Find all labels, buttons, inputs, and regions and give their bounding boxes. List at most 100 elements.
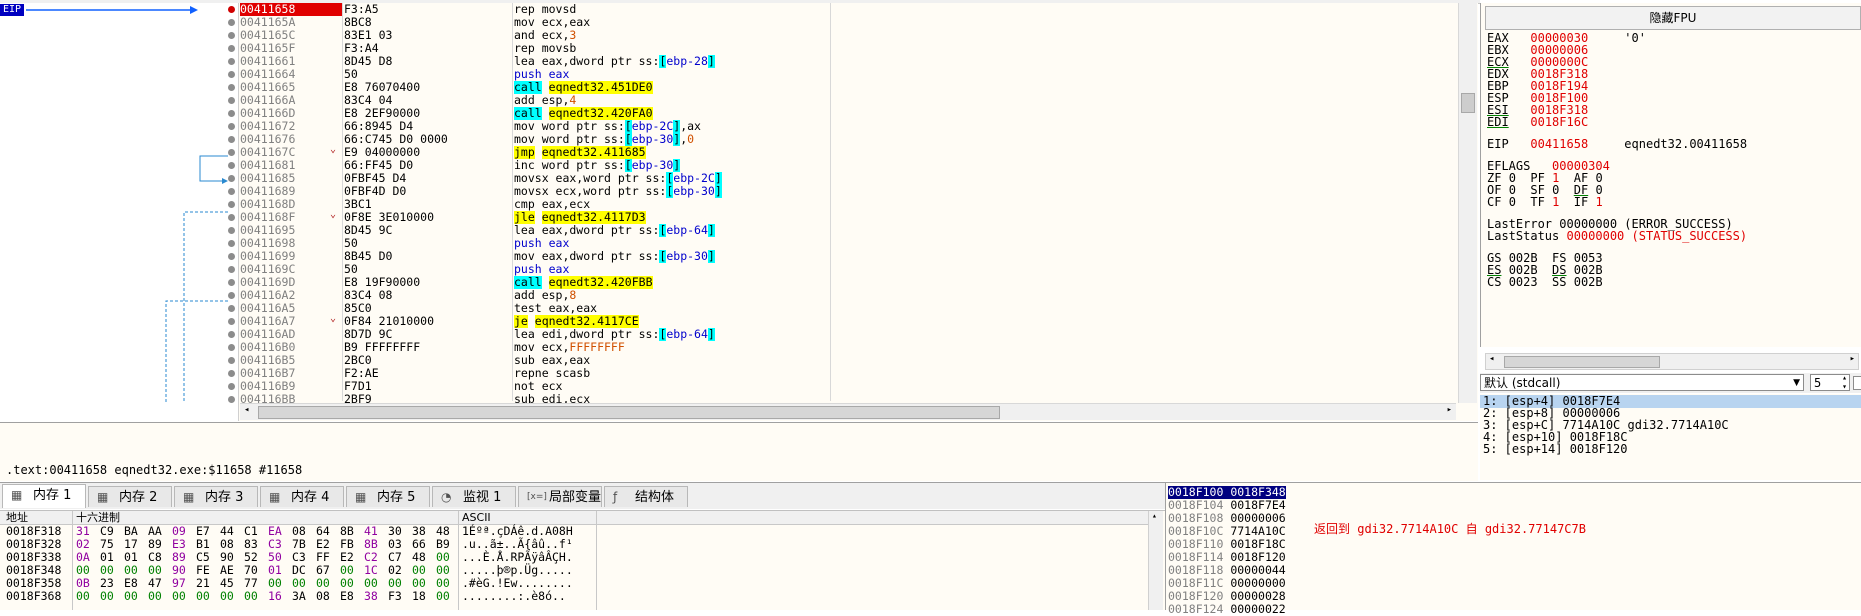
disasm-address[interactable]: 0041165A bbox=[240, 16, 342, 29]
breakpoint-dot[interactable] bbox=[228, 58, 235, 65]
breakpoint-dot[interactable] bbox=[228, 149, 235, 156]
disasm-instruction[interactable]: jmp eqnedt32.411685 bbox=[514, 146, 830, 159]
flag-name[interactable]: IF bbox=[1574, 195, 1588, 209]
dump-byte[interactable]: 00 bbox=[436, 590, 460, 603]
disasm-instruction[interactable]: mov word ptr ss:[ebp-2C],ax bbox=[514, 120, 830, 133]
disasm-address[interactable]: 00411685 bbox=[240, 172, 342, 185]
argument-count-spinner[interactable]: 5 ▴ ▾ bbox=[1810, 373, 1850, 391]
flag-value[interactable]: 1 bbox=[1552, 195, 1559, 209]
disasm-instruction[interactable]: lea eax,dword ptr ss:[ebp-64] bbox=[514, 224, 830, 237]
breakpoint-dot[interactable] bbox=[228, 318, 235, 325]
disasm-instruction[interactable]: and ecx,3 bbox=[514, 29, 830, 42]
breakpoint-dot[interactable] bbox=[228, 97, 235, 104]
breakpoint-dot[interactable] bbox=[228, 292, 235, 299]
disasm-instruction[interactable]: repne scasb bbox=[514, 367, 830, 380]
breakpoint-dot[interactable] bbox=[228, 253, 235, 260]
disasm-instruction[interactable]: not ecx bbox=[514, 380, 830, 393]
memory-dump-pane[interactable]: 地址 十六进制 ASCII 0018F318 31 C9 BA AA 09 E7 44 C1 EA… bbox=[0, 510, 1165, 610]
tab-内存-1[interactable]: ▦ 内存 1 bbox=[2, 484, 86, 508]
cpu-horizontal-scrollbar[interactable]: ◂ ▸ bbox=[240, 403, 1456, 420]
breakpoint-dot[interactable] bbox=[228, 240, 235, 247]
disasm-instruction[interactable]: lea edi,dword ptr ss:[ebp-64] bbox=[514, 328, 830, 341]
flag-value[interactable]: 1 bbox=[1595, 195, 1602, 209]
disasm-instruction[interactable]: sub eax,eax bbox=[514, 354, 830, 367]
disasm-address[interactable]: 004116A7 bbox=[240, 315, 342, 328]
disasm-instruction[interactable]: je eqnedt32.4117CE bbox=[514, 315, 830, 328]
breakpoint-dot[interactable] bbox=[228, 357, 235, 364]
dump-byte[interactable]: 00 bbox=[244, 590, 268, 603]
disasm-address[interactable]: 00411658 bbox=[240, 3, 342, 16]
stack-pane[interactable]: 0018F100 0018F348 0018F104 0018F7E4 0018F1… bbox=[1165, 482, 1311, 616]
disasm-instruction[interactable]: push eax bbox=[514, 237, 830, 250]
disasm-address[interactable]: 004116A5 bbox=[240, 302, 342, 315]
registers-pane[interactable]: 隐藏FPU ◂ ▸ EAX 00000030 '0' EBX 00000006 EC… bbox=[1480, 3, 1861, 370]
disasm-address[interactable]: 00411664 bbox=[240, 68, 342, 81]
calling-convention-select[interactable]: 默认 (stdcall) ▼ bbox=[1480, 374, 1804, 391]
breakpoint-dot[interactable] bbox=[228, 188, 235, 195]
disasm-instruction[interactable]: mov ecx,eax bbox=[514, 16, 830, 29]
register-value[interactable]: 00411658 bbox=[1530, 137, 1588, 151]
disasm-address[interactable]: 00411676 bbox=[240, 133, 342, 146]
dump-byte[interactable]: 00 bbox=[76, 590, 100, 603]
breakpoint-dot[interactable] bbox=[228, 214, 235, 221]
breakpoint-dot[interactable] bbox=[228, 396, 235, 403]
breakpoint-dot[interactable] bbox=[228, 84, 235, 91]
breakpoint-dot[interactable] bbox=[228, 305, 235, 312]
disasm-address[interactable]: 00411698 bbox=[240, 237, 342, 250]
dump-vertical-scrollbar[interactable]: ▴ bbox=[1148, 511, 1163, 610]
breakpoint-dot[interactable] bbox=[228, 19, 235, 26]
disasm-address[interactable]: 0041165F bbox=[240, 42, 342, 55]
disasm-address[interactable]: 00411699 bbox=[240, 250, 342, 263]
disasm-address[interactable]: 0041169D bbox=[240, 276, 342, 289]
breakpoint-dot[interactable] bbox=[228, 175, 235, 182]
disasm-address[interactable]: 004116B7 bbox=[240, 367, 342, 380]
dump-byte[interactable]: 00 bbox=[172, 590, 196, 603]
tab-内存-5[interactable]: ▦ 内存 5 bbox=[346, 486, 430, 507]
disasm-address[interactable]: 004116AD bbox=[240, 328, 342, 341]
disasm-instruction[interactable]: add esp,4 bbox=[514, 94, 830, 107]
breakpoint-dot[interactable] bbox=[228, 227, 235, 234]
segment-value[interactable]: 002B bbox=[1574, 275, 1603, 289]
disasm-address[interactable]: 004116B0 bbox=[240, 341, 342, 354]
disasm-address[interactable]: 0041168F bbox=[240, 211, 342, 224]
breakpoint-dot[interactable] bbox=[228, 201, 235, 208]
disasm-address[interactable]: 00411661 bbox=[240, 55, 342, 68]
dump-byte[interactable]: 00 bbox=[220, 590, 244, 603]
disasm-address[interactable]: 00411665 bbox=[240, 81, 342, 94]
segment-name[interactable]: SS bbox=[1552, 275, 1566, 289]
breakpoint-dot[interactable] bbox=[228, 6, 235, 13]
dump-byte[interactable]: 00 bbox=[196, 590, 220, 603]
disasm-address[interactable]: 0041166A bbox=[240, 94, 342, 107]
disasm-instruction[interactable]: inc word ptr ss:[ebp-30] bbox=[514, 159, 830, 172]
breakpoint-dot[interactable] bbox=[228, 136, 235, 143]
registers-horizontal-scrollbar[interactable]: ◂ ▸ bbox=[1485, 353, 1859, 370]
disasm-instruction[interactable]: mov eax,dword ptr ss:[ebp-30] bbox=[514, 250, 830, 263]
dump-byte[interactable]: 3A bbox=[292, 590, 316, 603]
disasm-instruction[interactable]: movsx ecx,word ptr ss:[ebp-30] bbox=[514, 185, 830, 198]
register-name[interactable]: EIP bbox=[1487, 137, 1509, 151]
disasm-address[interactable]: 004116B9 bbox=[240, 380, 342, 393]
tab-内存-4[interactable]: ▦ 内存 4 bbox=[260, 486, 344, 507]
cpu-disassembly-pane[interactable]: EIP 00411658 0041165A 0041165C 0041165F 0041… bbox=[0, 3, 1478, 421]
register-name[interactable]: EDI bbox=[1487, 115, 1509, 129]
tab-内存-2[interactable]: ▦ 内存 2 bbox=[88, 486, 172, 507]
dump-byte[interactable]: 18 bbox=[412, 590, 436, 603]
disasm-address[interactable]: 00411672 bbox=[240, 120, 342, 133]
breakpoint-dot[interactable] bbox=[228, 45, 235, 52]
dump-byte[interactable]: F3 bbox=[388, 590, 412, 603]
call-argument-row[interactable]: 5: [esp+14] 0018F120 bbox=[1483, 443, 1628, 456]
breakpoint-dot[interactable] bbox=[228, 383, 235, 390]
stack-row[interactable]: 0018F124 00000022 bbox=[1168, 603, 1286, 616]
breakpoint-dot[interactable] bbox=[228, 71, 235, 78]
scroll-up-icon[interactable]: ▴ bbox=[1152, 511, 1157, 520]
disasm-instruction[interactable]: cmp eax,ecx bbox=[514, 198, 830, 211]
breakpoint-dot[interactable] bbox=[228, 162, 235, 169]
dump-byte[interactable]: 38 bbox=[364, 590, 388, 603]
disasm-instruction[interactable]: mov ecx,FFFFFFFF bbox=[514, 341, 830, 354]
breakpoint-dot[interactable] bbox=[228, 123, 235, 130]
dump-byte[interactable]: 00 bbox=[100, 590, 124, 603]
breakpoint-dot[interactable] bbox=[228, 266, 235, 273]
disasm-address[interactable]: 0041168D bbox=[240, 198, 342, 211]
tab-内存-3[interactable]: ▦ 内存 3 bbox=[174, 486, 258, 507]
disasm-instruction[interactable]: call eqnedt32.420FA0 bbox=[514, 107, 830, 120]
